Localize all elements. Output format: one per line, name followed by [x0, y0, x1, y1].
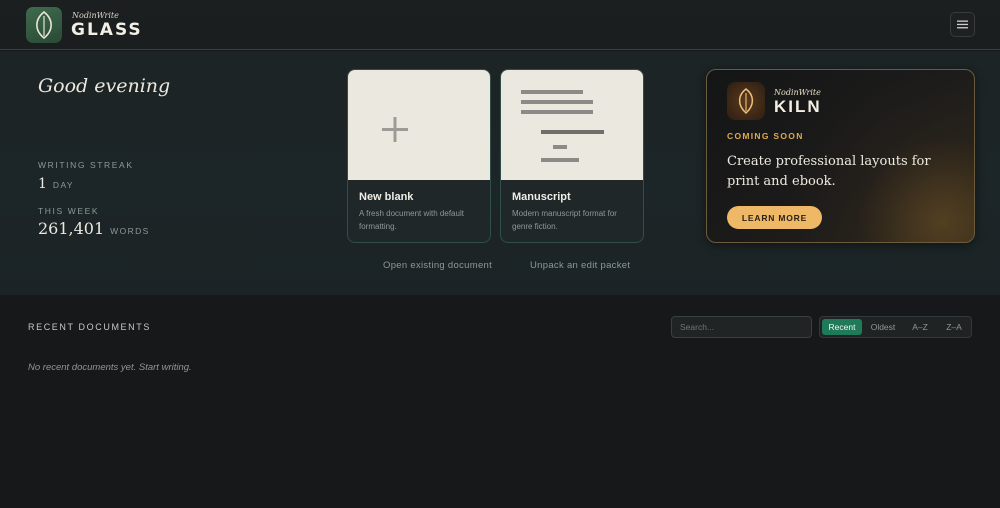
- recent-documents-title: RECENT DOCUMENTS: [28, 322, 151, 332]
- template-description: A fresh document with default formatting…: [359, 209, 464, 231]
- unpack-packet-link[interactable]: Unpack an edit packet: [530, 260, 630, 271]
- hero-section: Good evening WRITING STREAK 1 DAY THIS WE…: [0, 51, 1000, 295]
- coming-soon-badge: COMING SOON: [727, 131, 804, 141]
- streak-value: 1: [38, 176, 47, 192]
- open-existing-link[interactable]: Open existing document: [383, 260, 492, 271]
- kiln-leaf-icon: [727, 82, 765, 120]
- template-card-new-blank[interactable]: New blank A fresh document with default …: [347, 69, 491, 243]
- streak-unit: DAY: [52, 180, 74, 190]
- learn-more-button[interactable]: LEARN MORE: [727, 206, 822, 229]
- manuscript-page-icon: [501, 70, 643, 180]
- kiln-sub: NodinWrite: [774, 88, 821, 97]
- kiln-description: Create professional layouts for print an…: [727, 154, 931, 189]
- sort-oldest-button[interactable]: Oldest: [864, 319, 902, 335]
- template-title: New blank: [359, 191, 414, 203]
- week-value: 261,401: [38, 219, 105, 238]
- search-input[interactable]: [671, 316, 812, 338]
- sort-z-a-button[interactable]: Z–A: [938, 319, 970, 335]
- menu-button[interactable]: [950, 12, 975, 37]
- hamburger-menu-icon: [957, 20, 968, 29]
- streak-stat: 1 DAY: [38, 176, 74, 192]
- sort-toggle-group: Recent Oldest A–Z Z–A: [819, 316, 972, 338]
- kiln-promo-card: NodinWrite KILN COMING SOON Create profe…: [706, 69, 975, 243]
- week-unit: WORDS: [110, 226, 150, 236]
- leaf-icon[interactable]: [26, 7, 62, 43]
- streak-label: WRITING STREAK: [38, 160, 134, 170]
- plus-icon: [382, 117, 408, 142]
- week-label: THIS WEEK: [38, 206, 100, 216]
- template-card-manuscript[interactable]: Manuscript Modern manuscript format for …: [500, 69, 644, 243]
- kiln-name: KILN: [774, 97, 822, 116]
- brand-name: GLASS: [71, 20, 143, 40]
- brand-sub: NodinWrite: [72, 11, 119, 20]
- empty-state-message: No recent documents yet. Start writing.: [28, 362, 192, 373]
- sort-a-z-button[interactable]: A–Z: [904, 319, 936, 335]
- week-stat: 261,401 WORDS: [38, 219, 150, 238]
- app-header: NodinWrite GLASS: [0, 0, 1000, 50]
- greeting: Good evening: [38, 75, 171, 97]
- sort-recent-button[interactable]: Recent: [822, 319, 862, 335]
- template-description: Modern manuscript format for genre ficti…: [512, 209, 617, 231]
- template-title: Manuscript: [512, 191, 571, 203]
- template-thumbnail: [348, 70, 490, 180]
